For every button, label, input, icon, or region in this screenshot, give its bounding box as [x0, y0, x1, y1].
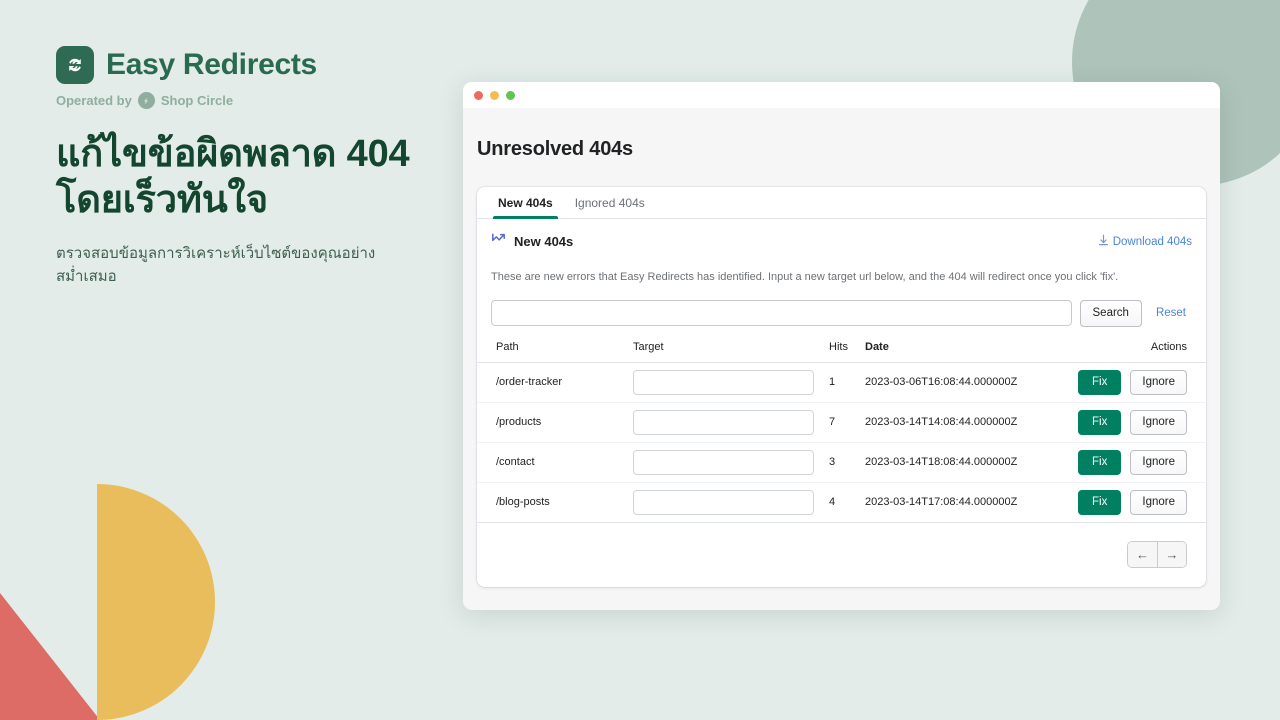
previous-page-button[interactable]: ←: [1128, 542, 1157, 568]
fix-button[interactable]: Fix: [1077, 369, 1122, 395]
cell-target: [633, 442, 829, 483]
table-row: /contact 3 2023-03-14T18:08:44.000000Z F…: [477, 442, 1206, 483]
brand-title: Easy Redirects: [106, 48, 317, 81]
reset-button[interactable]: Reset: [1150, 307, 1192, 319]
fix-button[interactable]: Fix: [1077, 489, 1122, 515]
search-input[interactable]: [491, 300, 1072, 327]
table-row: /blog-posts 4 2023-03-14T17:08:44.000000…: [477, 482, 1206, 523]
page-headline: แก้ไขข้อผิดพลาด 404 โดยเร็วทันใจ: [56, 133, 410, 222]
search-button[interactable]: Search: [1079, 299, 1142, 327]
browser-window: Unresolved 404s New 404s Ignored 404s Ne…: [463, 82, 1220, 610]
operated-by-label: Operated by: [56, 93, 132, 108]
cell-actions: Fix Ignore: [1065, 442, 1206, 483]
maximize-dot[interactable]: [506, 90, 515, 100]
target-url-input[interactable]: [633, 369, 814, 395]
target-url-input[interactable]: [633, 409, 814, 435]
404s-table: Path Target Hits Date Actions /order-tra…: [477, 340, 1206, 523]
tab-new-404s[interactable]: New 404s: [487, 187, 564, 219]
column-header-path[interactable]: Path: [477, 340, 633, 363]
helper-text: These are new errors that Easy Redirects…: [491, 271, 1119, 283]
download-arrow-icon: [1098, 234, 1109, 249]
refresh-arrows-icon: [56, 46, 94, 84]
cell-hits: 1: [829, 362, 865, 403]
column-header-date[interactable]: Date: [865, 340, 1065, 363]
decorative-halfcircle-bottom-left: [97, 484, 215, 720]
ignore-button[interactable]: Ignore: [1130, 369, 1187, 395]
cell-hits: 3: [829, 442, 865, 483]
table-row: /products 7 2023-03-14T14:08:44.000000Z …: [477, 402, 1206, 443]
cell-target: [633, 362, 829, 403]
tab-bar: New 404s Ignored 404s: [477, 187, 1206, 219]
ignore-button[interactable]: Ignore: [1130, 449, 1187, 475]
unresolved-404s-card: New 404s Ignored 404s New 404s Download …: [477, 187, 1206, 587]
minimize-dot[interactable]: [490, 90, 499, 100]
page-subheadline: ตรวจสอบข้อมูลการวิเคราะห์เว็บไซต์ของคุณอ…: [56, 244, 376, 285]
fix-button[interactable]: Fix: [1077, 449, 1122, 475]
cell-date: 2023-03-14T17:08:44.000000Z: [865, 482, 1065, 523]
cell-date: 2023-03-14T14:08:44.000000Z: [865, 402, 1065, 443]
decorative-triangle-bottom-left: [0, 593, 100, 720]
table-head: Path Target Hits Date Actions: [477, 340, 1206, 363]
target-url-input[interactable]: [633, 489, 814, 515]
tab-ignored-404s[interactable]: Ignored 404s: [564, 187, 656, 218]
cell-date: 2023-03-06T16:08:44.000000Z: [865, 362, 1065, 403]
operated-by-row: Operated by Shop Circle: [56, 92, 456, 109]
fix-button[interactable]: Fix: [1077, 409, 1122, 435]
table-row: /order-tracker 1 2023-03-06T16:08:44.000…: [477, 362, 1206, 403]
table-body: /order-tracker 1 2023-03-06T16:08:44.000…: [477, 362, 1206, 523]
cell-actions: Fix Ignore: [1065, 362, 1206, 403]
cell-path: /blog-posts: [477, 482, 633, 523]
partner-name: Shop Circle: [160, 93, 234, 108]
search-row: Search Reset: [477, 286, 1206, 327]
card-footer: ← →: [477, 523, 1206, 587]
analytics-chart-icon: [491, 232, 506, 251]
brand-row: Easy Redirects: [56, 46, 456, 84]
ignore-button[interactable]: Ignore: [1130, 409, 1187, 435]
next-page-button[interactable]: →: [1157, 542, 1186, 568]
promo-panel: Easy Redirects Operated by Shop Circle แ…: [56, 46, 456, 288]
cell-target: [633, 402, 829, 443]
ignore-button[interactable]: Ignore: [1130, 489, 1187, 515]
card-header-left: New 404s: [491, 232, 573, 251]
column-header-actions: Actions: [1065, 340, 1206, 363]
target-url-input[interactable]: [633, 449, 814, 475]
cell-path: /contact: [477, 442, 633, 483]
close-dot[interactable]: [474, 90, 483, 100]
column-header-hits[interactable]: Hits: [829, 340, 865, 363]
download-404s-link[interactable]: Download 404s: [1098, 234, 1192, 249]
window-titlebar: [463, 82, 1220, 108]
cell-path: /products: [477, 402, 633, 443]
pagination: ← →: [1127, 541, 1187, 569]
cell-actions: Fix Ignore: [1065, 482, 1206, 523]
card-title: New 404s: [514, 234, 574, 249]
cell-hits: 7: [829, 402, 865, 443]
download-404s-label: Download 404s: [1112, 235, 1192, 248]
card-header: New 404s Download 404s: [477, 219, 1206, 262]
shop-circle-icon: [137, 92, 155, 109]
table-header-row: Path Target Hits Date Actions: [477, 340, 1206, 363]
cell-target: [633, 482, 829, 523]
page-title: Unresolved 404s: [477, 138, 633, 160]
cell-date: 2023-03-14T18:08:44.000000Z: [865, 442, 1065, 483]
app-viewport: Unresolved 404s New 404s Ignored 404s Ne…: [463, 108, 1220, 610]
cell-hits: 4: [829, 482, 865, 523]
column-header-target[interactable]: Target: [633, 340, 829, 363]
cell-path: /order-tracker: [477, 362, 633, 403]
cell-actions: Fix Ignore: [1065, 402, 1206, 443]
